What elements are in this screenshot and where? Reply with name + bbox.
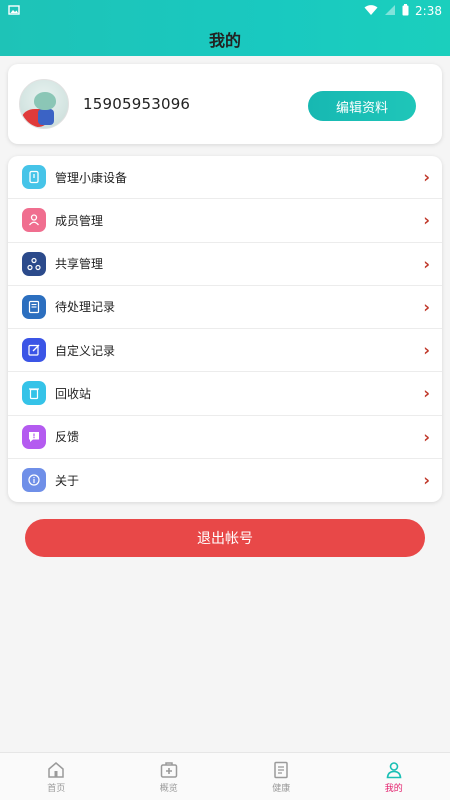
menu-item-share-management[interactable]: 共享管理 › <box>8 243 442 286</box>
profile-card: 15905953096 编辑资料 <box>8 64 442 144</box>
share-icon <box>22 251 46 276</box>
tab-label: 概览 <box>159 784 178 794</box>
chevron-right-icon: › <box>423 383 430 403</box>
edit-profile-button[interactable]: 编辑资料 <box>308 91 416 121</box>
chevron-right-icon: › <box>423 297 430 317</box>
menu-item-label: 自定义记录 <box>55 343 116 358</box>
chevron-right-icon: › <box>423 340 430 360</box>
custom-record-icon <box>22 338 46 363</box>
menu-item-about[interactable]: 关于 › <box>8 459 442 502</box>
members-icon <box>22 208 46 233</box>
chevron-right-icon: › <box>423 167 430 187</box>
chevron-right-icon: › <box>423 210 430 230</box>
menu-item-custom-records[interactable]: 自定义记录 › <box>8 329 442 373</box>
bottom-tab-bar: 首页 概览 健康 我的 <box>0 752 450 800</box>
tab-label: 健康 <box>272 784 291 794</box>
menu-item-label: 成员管理 <box>55 213 104 228</box>
menu-item-label: 管理小康设备 <box>55 170 128 185</box>
feedback-icon <box>22 424 46 449</box>
tab-profile[interactable]: 我的 <box>338 753 450 800</box>
profile-icon <box>384 759 404 781</box>
signal-icon <box>384 4 396 19</box>
tab-label: 我的 <box>384 784 403 794</box>
pending-record-icon <box>22 294 46 319</box>
menu-item-recycle-bin[interactable]: 回收站 › <box>8 372 442 416</box>
tab-label: 首页 <box>47 784 66 794</box>
menu-item-label: 待处理记录 <box>55 300 116 315</box>
battery-icon <box>402 3 409 19</box>
menu-item-member-management[interactable]: 成员管理 › <box>8 199 442 243</box>
top-header: 2:38 我的 <box>0 0 450 56</box>
device-icon <box>22 165 46 190</box>
page-title: 我的 <box>208 31 241 50</box>
status-time: 2:38 <box>415 4 442 18</box>
tab-overview[interactable]: 概览 <box>113 753 226 800</box>
menu-item-label: 回收站 <box>55 386 92 401</box>
chevron-right-icon: › <box>423 470 430 490</box>
chevron-right-icon: › <box>423 427 430 447</box>
health-icon <box>271 759 291 781</box>
home-icon <box>46 759 66 781</box>
avatar[interactable] <box>19 79 69 129</box>
logout-button[interactable]: 退出帐号 <box>25 519 425 557</box>
about-icon <box>22 468 46 493</box>
chevron-right-icon: › <box>423 254 430 274</box>
menu-item-label: 共享管理 <box>55 257 104 272</box>
menu-item-pending-records[interactable]: 待处理记录 › <box>8 286 442 329</box>
tab-home[interactable]: 首页 <box>0 753 113 800</box>
wifi-icon <box>364 4 378 19</box>
menu-item-manage-device[interactable]: 管理小康设备 › <box>8 156 442 200</box>
tab-health[interactable]: 健康 <box>225 753 338 800</box>
settings-menu: 管理小康设备 › 成员管理 › 共享管理 › 待处理记录 › 自定义记录 › 回… <box>8 156 442 502</box>
recycle-bin-icon <box>22 381 46 406</box>
menu-item-label: 反馈 <box>55 430 80 445</box>
phone-number: 15905953096 <box>83 95 191 113</box>
status-bar: 2:38 <box>0 0 450 22</box>
menu-item-label: 关于 <box>55 473 80 488</box>
menu-item-feedback[interactable]: 反馈 › <box>8 416 442 459</box>
overview-icon <box>159 759 179 781</box>
image-notification-icon <box>8 4 20 19</box>
